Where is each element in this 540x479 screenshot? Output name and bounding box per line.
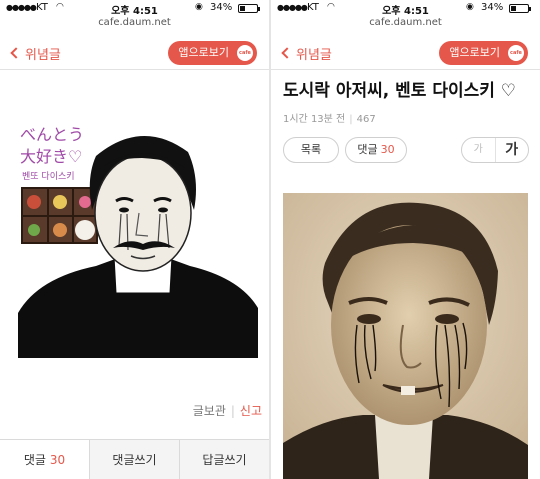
chevron-left-icon [10,47,22,59]
man-portrait-illustration [18,135,258,358]
actions-separator: | [230,404,235,418]
font-size-toggle: 가 가 [461,137,529,163]
battery-percent: 34% [210,2,233,13]
caption-line-2: 大好き♡ [20,147,82,166]
address-bar[interactable]: cafe.daum.net [271,17,540,33]
rotation-lock-icon: ◉ [466,2,474,12]
open-in-app-label: 앱으로보기 [178,46,229,59]
back-label: 위념글 [25,47,61,63]
font-size-small-button[interactable]: 가 [462,138,496,162]
tab-write-comment[interactable]: 댓글쓰기 [89,440,179,479]
cafe-logo-icon: cafe [508,45,524,61]
back-button[interactable]: 위념글 [10,44,61,63]
list-button-label: 목록 [300,143,322,156]
font-size-large-button[interactable]: 가 [496,138,529,162]
post-photo[interactable] [283,193,528,479]
list-button[interactable]: 목록 [283,137,339,163]
back-label: 위념글 [296,47,332,63]
app-header: 위념글 앱으로보기 cafe [0,36,269,70]
report-link[interactable]: 신고 [240,404,262,418]
address-bar[interactable]: cafe.daum.net [0,17,269,33]
post-meta: 1시간 13분 전 | 467 [283,110,376,125]
post-image-drawing[interactable]: べんとう 大好き♡ 벤또 다이스키 [18,118,258,358]
caption-line-1: べんとう [20,125,84,144]
post-title: 도시락 아저씨, 벤토 다이스키 ♡ [283,81,517,101]
battery-percent: 34% [481,2,504,13]
meta-separator: | [349,114,353,125]
bento-box-icon [21,187,98,244]
back-button[interactable]: 위념글 [281,44,332,63]
chevron-left-icon [281,47,293,59]
tab-write-reply-label: 답글쓰기 [202,453,247,467]
left-screen: ●●●●● KT ◠ 오후 4:51 ◉ 34% cafe.daum.net 위… [0,0,269,479]
status-bar: ●●●●● KT ◠ 오후 4:51 ◉ 34% [0,0,269,17]
tab-write-comment-label: 댓글쓰기 [112,453,157,467]
bottom-tab-bar: 댓글 30 댓글쓰기 답글쓰기 [0,439,269,479]
app-header: 위념글 앱으로보기 cafe [271,36,540,70]
tab-write-reply[interactable]: 답글쓰기 [179,440,269,479]
open-in-app-label: 앱으로보기 [449,46,500,59]
open-in-app-button[interactable]: 앱으로보기 cafe [439,41,528,65]
comment-button-label: 댓글 [357,143,378,156]
battery-icon [238,4,260,13]
battery-icon [509,4,531,13]
view-count: 467 [356,114,376,125]
tab-comments[interactable]: 댓글 30 [0,440,89,479]
rotation-lock-icon: ◉ [195,2,203,12]
view-source-link[interactable]: 글보관 [193,404,226,418]
post-actions: 글보관 | 신고 [0,402,262,419]
comment-button-count: 30 [380,143,395,156]
comment-button[interactable]: 댓글 30 [345,137,407,163]
comment-count: 30 [49,453,66,467]
status-bar: ●●●●● KT ◠ 오후 4:51 ◉ 34% [271,0,540,17]
open-in-app-button[interactable]: 앱으로보기 cafe [168,41,257,65]
caption-line-3: 벤또 다이스키 [22,171,75,182]
tab-comments-label: 댓글 [23,453,46,467]
post-time-ago: 1시간 13분 전 [283,114,346,125]
right-screen: ●●●●● KT ◠ 오후 4:51 ◉ 34% cafe.daum.net 위… [271,0,540,479]
cafe-logo-icon: cafe [237,45,253,61]
